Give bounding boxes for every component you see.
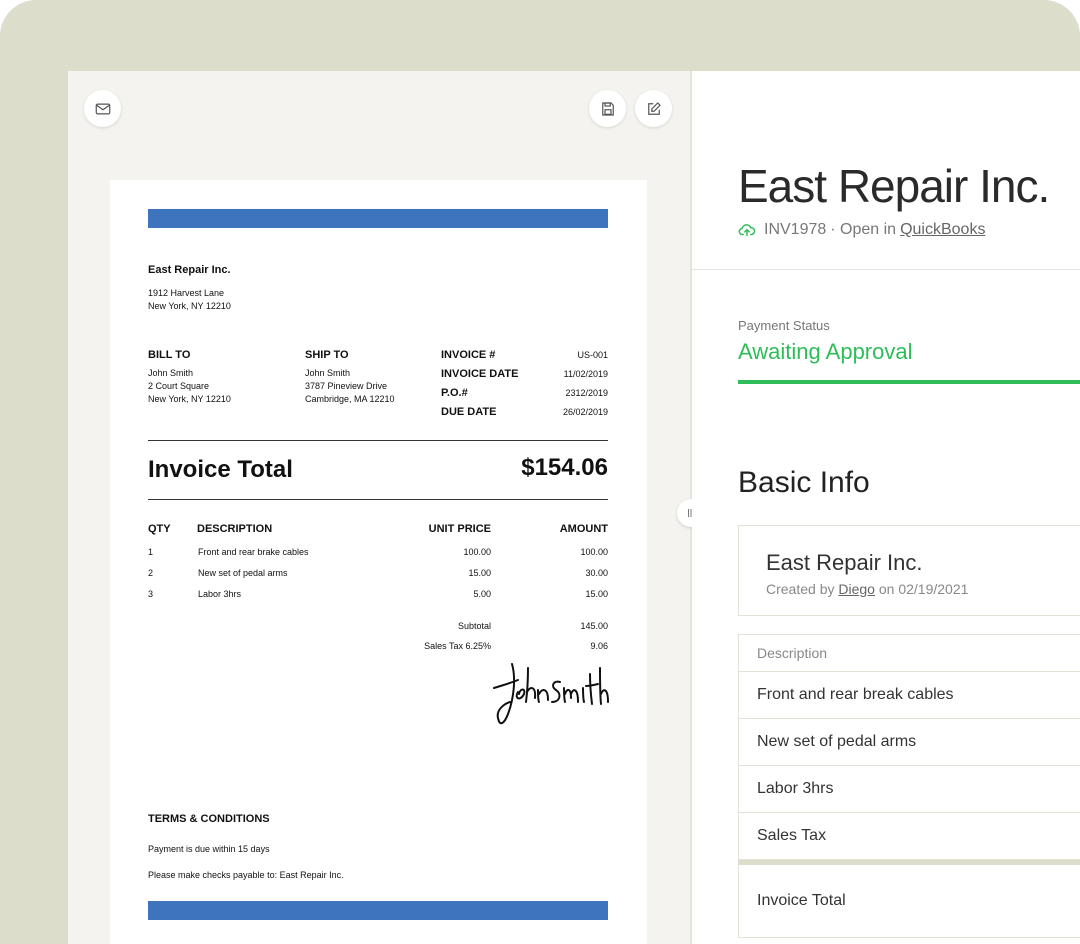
details-title: East Repair Inc. [738,160,1050,212]
item-unit-price: 5.00 [473,589,491,599]
payment-status-label: Payment Status [738,318,830,333]
invoice-top-bar [148,209,608,228]
invoice-date-label: INVOICE DATE [441,368,519,380]
terms-line1: Payment is due within 15 days [148,844,270,854]
details-separator [692,269,1080,270]
invoice-date-value: 11/02/2019 [563,369,608,379]
app-frame: East Repair Inc. 1912 Harvest Lane New Y… [0,0,1080,944]
item-unit-price: 15.00 [468,568,491,578]
open-in-prefix: · Open in [830,221,897,238]
signature-image [493,663,609,725]
payment-status-bar [738,380,1080,384]
invoice-company: East Repair Inc. [148,264,231,276]
item-amount: 30.00 [585,568,608,578]
email-button[interactable] [84,90,121,127]
description-row[interactable]: Sales Tax [738,813,1080,860]
item-amount: 100.00 [580,547,608,557]
invoice-number: INV1978 [764,221,827,238]
mail-icon [95,103,110,114]
item-qty: 3 [148,589,154,599]
col-qty: QTY [148,523,171,535]
quickbooks-link[interactable]: QuickBooks [900,221,985,239]
item-description: Front and rear brake cables [198,547,309,557]
invoice-address-line2: New York, NY 12210 [148,301,231,311]
card-created-meta: Created by Diego on 02/19/2021 [766,581,968,597]
bill-to-line2: New York, NY 12210 [148,394,231,404]
ship-to-label: SHIP TO [305,349,349,361]
invoice-address-line1: 1912 Harvest Lane [148,288,225,298]
edit-button[interactable] [635,90,672,127]
description-row[interactable]: Labor 3hrs [738,766,1080,813]
item-qty: 1 [148,547,154,557]
terms-line2: Please make checks payable to: East Repa… [148,870,344,880]
bill-to-name: John Smith [148,368,194,378]
due-date-label: DUE DATE [441,406,497,418]
description-row[interactable]: Front and rear break cables [738,672,1080,719]
sales-tax-value: 9.06 [590,641,608,651]
invoice-total-label: Invoice Total [148,456,293,483]
terms-title: TERMS & CONDITIONS [148,813,270,825]
invoice-total-row[interactable]: Invoice Total [738,860,1080,938]
ship-to-line2: Cambridge, MA 12210 [305,394,395,404]
invoice-bottom-bar [148,901,608,920]
save-icon [601,101,614,116]
col-description: DESCRIPTION [197,523,273,535]
item-unit-price: 100.00 [463,547,491,557]
edit-icon [647,101,661,115]
col-amount: AMOUNT [559,523,608,535]
invoice-total-value: $154.06 [521,454,608,481]
po-label: P.O.# [441,387,468,399]
basic-info-title: Basic Info [738,466,870,499]
cloud-upload-icon [738,224,756,236]
details-subtitle: INV1978 · Open in QuickBooks [738,221,985,239]
invoice-number-value: US-001 [577,350,608,360]
item-description: New set of pedal arms [198,568,288,578]
due-date-value: 26/02/2019 [562,407,608,417]
created-on-date: on 02/19/2021 [878,581,969,597]
invoice-rule-top [148,440,608,441]
bill-to-label: BILL TO [148,349,191,361]
ship-to-line1: 3787 Pineview Drive [305,381,388,391]
created-by-prefix: Created by [766,581,835,597]
ship-to-name: John Smith [305,368,351,378]
save-button[interactable] [589,90,626,127]
subtotal-value: 145.00 [580,621,608,631]
card-company-name: East Repair Inc. [766,550,923,575]
payment-status-value: Awaiting Approval [738,339,913,364]
item-qty: 2 [148,568,154,578]
item-amount: 15.00 [585,589,608,599]
po-value: 2312/2019 [565,388,608,398]
subtotal-label: Subtotal [457,621,491,631]
description-table: Description Front and rear break cables … [738,634,1080,938]
description-header: Description [738,634,1080,672]
invoice-rule-bottom [148,499,608,500]
item-description: Labor 3hrs [198,589,242,599]
bill-to-line1: 2 Court Square [148,381,210,391]
company-card: East Repair Inc. Created by Diego on 02/… [738,525,1080,616]
description-row[interactable]: New set of pedal arms [738,719,1080,766]
invoice-document: East Repair Inc. 1912 Harvest Lane New Y… [110,180,647,944]
sales-tax-label: Sales Tax 6.25% [424,641,491,651]
created-by-user-link[interactable]: Diego [838,581,875,597]
invoice-number-label: INVOICE # [441,349,496,361]
col-unit-price: UNIT PRICE [428,523,491,535]
invoice-details-pane: East Repair Inc. INV1978 · Open in Quick… [692,71,1080,944]
